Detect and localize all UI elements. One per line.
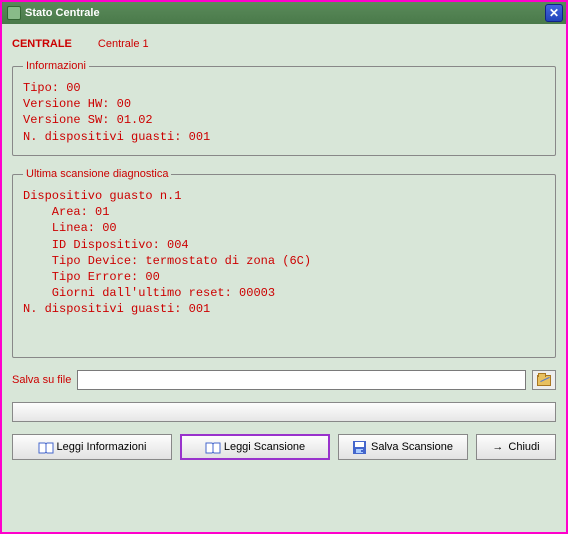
progress-bar <box>12 402 556 422</box>
leggi-scansione-button[interactable]: Leggi Scansione <box>180 434 330 460</box>
scan-line: Area: 01 <box>23 205 109 219</box>
button-row: Leggi Informazioni Leggi Scansione Salva… <box>12 434 556 460</box>
info-line: N. dispositivi guasti: 001 <box>23 130 210 144</box>
scan-line: Tipo Device: termostato di zona (6C) <box>23 254 311 268</box>
info-line: Versione SW: 01.02 <box>23 113 153 127</box>
scan-line: ID Dispositivo: 004 <box>23 238 189 252</box>
centrale-name: Centrale 1 <box>98 38 149 50</box>
scan-line: Linea: 00 <box>23 221 117 235</box>
browse-button[interactable] <box>532 370 556 390</box>
window-title: Stato Centrale <box>25 7 100 19</box>
file-path-input[interactable] <box>77 370 526 390</box>
centrale-label: CENTRALE <box>12 38 72 50</box>
scan-fieldset: Ultima scansione diagnostica Dispositivo… <box>12 168 556 358</box>
folder-open-icon <box>537 375 551 386</box>
app-icon <box>7 6 21 20</box>
scan-line: N. dispositivi guasti: 001 <box>23 302 210 316</box>
scan-legend: Ultima scansione diagnostica <box>23 168 171 180</box>
button-label: Chiudi <box>508 441 539 453</box>
scan-body: Dispositivo guasto n.1 Area: 01 Linea: 0… <box>23 188 545 318</box>
scan-line: Tipo Errore: 00 <box>23 270 160 284</box>
scan-line: Giorni dall'ultimo reset: 00003 <box>23 286 275 300</box>
info-fieldset: Informazioni Tipo: 00 Versione HW: 00 Ve… <box>12 60 556 156</box>
book-icon <box>205 442 219 453</box>
save-label: Salva su file <box>12 374 71 386</box>
info-line: Tipo: 00 <box>23 81 81 95</box>
floppy-disk-icon <box>353 441 366 454</box>
scan-line: Dispositivo guasto n.1 <box>23 189 181 203</box>
info-legend: Informazioni <box>23 60 89 72</box>
window: Stato Centrale ✕ CENTRALE Centrale 1 Inf… <box>0 0 568 534</box>
save-row: Salva su file <box>12 370 556 390</box>
salva-scansione-button[interactable]: Salva Scansione <box>338 434 468 460</box>
info-line: Versione HW: 00 <box>23 97 131 111</box>
button-label: Leggi Scansione <box>224 441 305 453</box>
arrow-right-icon: → <box>492 441 503 453</box>
button-label: Salva Scansione <box>371 441 453 453</box>
button-label: Leggi Informazioni <box>57 441 147 453</box>
book-icon <box>38 442 52 453</box>
close-icon[interactable]: ✕ <box>545 4 563 22</box>
info-body: Tipo: 00 Versione HW: 00 Versione SW: 01… <box>23 80 545 145</box>
titlebar: Stato Centrale ✕ <box>2 2 566 24</box>
leggi-informazioni-button[interactable]: Leggi Informazioni <box>12 434 172 460</box>
chiudi-button[interactable]: → Chiudi <box>476 434 556 460</box>
